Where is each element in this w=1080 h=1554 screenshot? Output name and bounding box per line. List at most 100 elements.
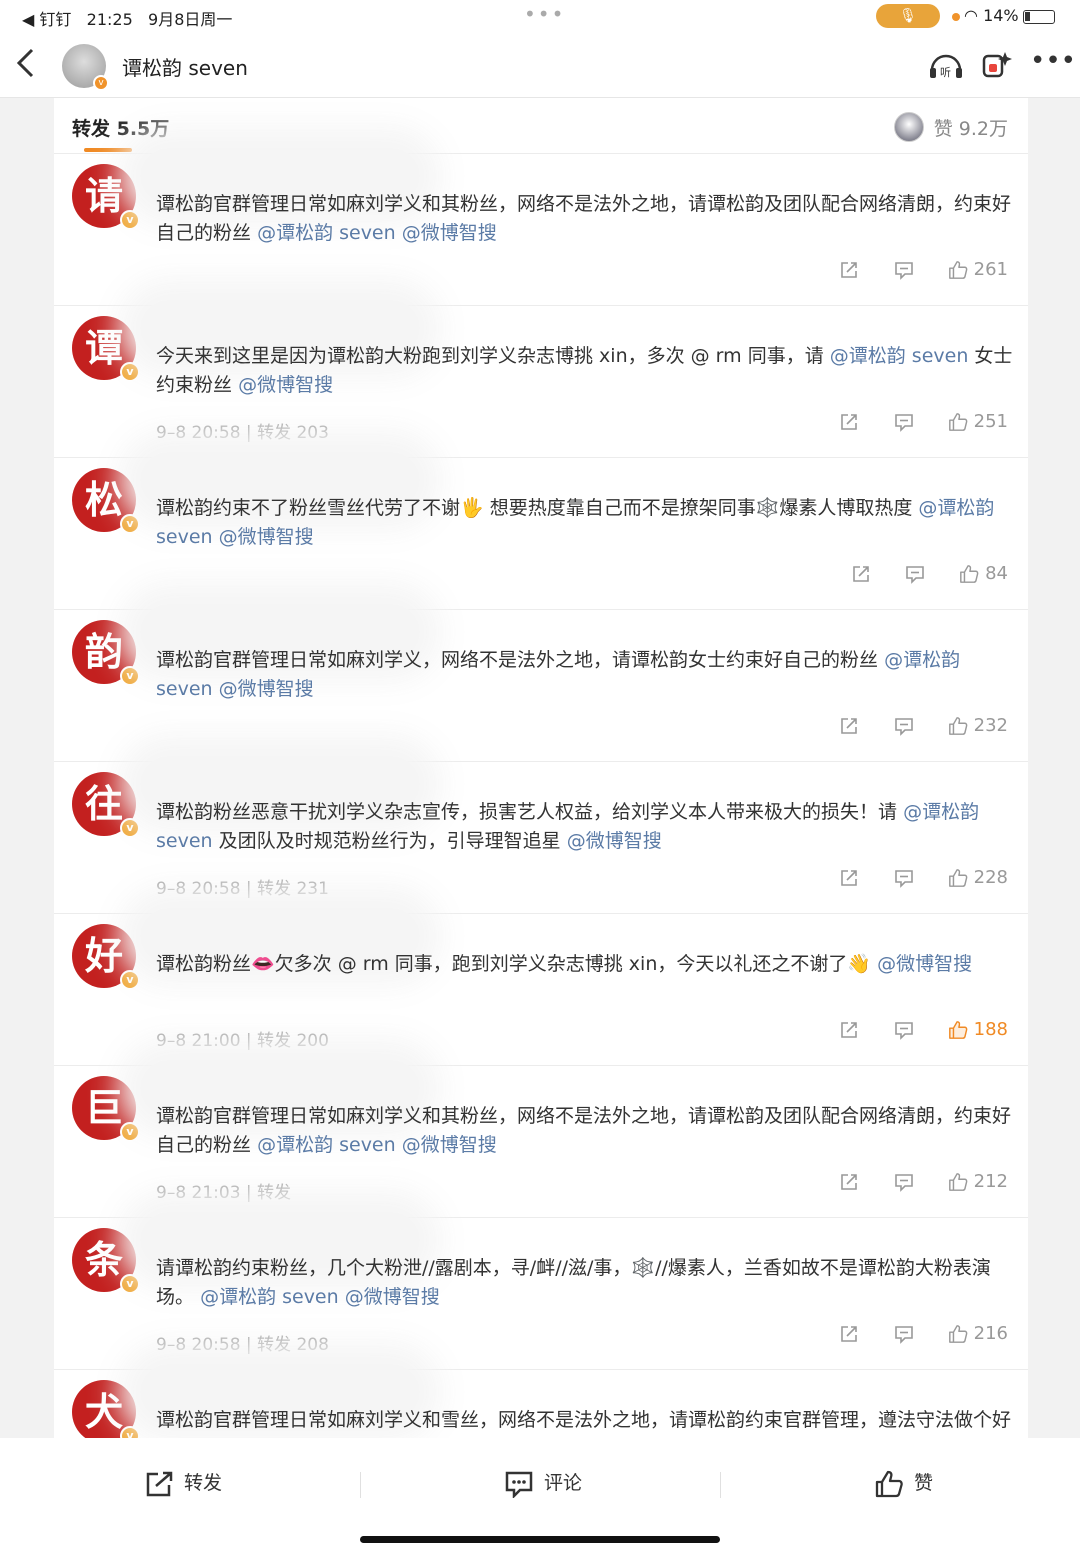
avatar-char: 请 (84, 173, 123, 218)
repost-text: 今天来到这里是因为谭松韵大粉跑到刘学义杂志博挑 xin，多次 @ rm 同事，请… (156, 342, 1016, 400)
microphone-icon: 🎙 (876, 4, 940, 28)
comment-icon[interactable] (894, 1171, 914, 1192)
wifi-icon: ◠ (964, 6, 978, 25)
repost-item[interactable]: 好 v 谭松韵粉丝👄欠多次 @ rm 同事，跑到刘学义杂志博挑 xin，今天以礼还之… (54, 908, 1028, 1066)
share-icon[interactable] (839, 411, 859, 432)
comment-icon[interactable] (894, 715, 914, 736)
user-avatar[interactable]: 犬v (72, 1380, 140, 1438)
status-right: ◠ 14% (952, 6, 1055, 25)
user-avatar[interactable]: 巨v (72, 1076, 140, 1142)
user-avatar[interactable]: 好v (72, 924, 140, 990)
tab-repost[interactable]: 转发 5.5万 (72, 114, 169, 141)
thumbs-up-icon (875, 1470, 903, 1497)
status-time: 21:25 (86, 10, 133, 29)
repost-meta: 9–8 21:03 | 转发 (156, 1183, 292, 1203)
listen-icon[interactable]: 听 (928, 50, 962, 80)
repost-item[interactable]: 犬 v 谭松韵官群管理日常如麻刘学义和雪丝，网络不是法外之地，请谭松韵约束官群管理，… (54, 1364, 1028, 1438)
repost-item[interactable]: 巨 v 谭松韵官群管理日常如麻刘学义和其粉丝，网络不是法外之地，请谭松韵及团队配合网… (54, 1060, 1028, 1218)
comment-icon[interactable] (894, 259, 914, 280)
tab-bar: 转发 5.5万 赞 9.2万 (54, 98, 1028, 154)
item-actions: 261 (839, 258, 1008, 282)
verified-badge-icon: v (120, 362, 140, 382)
comment-icon[interactable] (894, 867, 914, 888)
verified-badge-icon: v (120, 1274, 140, 1294)
thumbs-up-icon[interactable] (948, 411, 968, 432)
thumbs-up-icon[interactable] (948, 1019, 968, 1040)
share-icon[interactable] (839, 1171, 859, 1192)
share-icon[interactable] (839, 715, 859, 736)
divider (720, 1472, 721, 1498)
user-avatar[interactable]: 条v (72, 1228, 140, 1294)
mention-links-2[interactable]: @微博智搜 (567, 830, 662, 852)
repost-item[interactable]: 韵 v 谭松韵官群管理日常如麻刘学义，网络不是法外之地，请谭松韵女士约束好自己的粉丝… (54, 604, 1028, 762)
repost-meta: 9–8 20:58 | 转发 203 (156, 423, 329, 443)
page-title[interactable]: 谭松韵 seven (122, 52, 248, 81)
more-icon[interactable]: ••• (1030, 46, 1076, 76)
multitask-dots-icon[interactable]: ••• (524, 2, 565, 26)
repost-list-card: 转发 5.5万 赞 9.2万 请 v 谭松韵官群管理日常如麻刘学义和其粉丝，网络不是… (54, 98, 1028, 1438)
thumbs-up-icon[interactable] (948, 867, 968, 888)
thumbs-up-icon[interactable] (948, 259, 968, 280)
repost-button[interactable]: 转发 (144, 1468, 222, 1498)
status-date: 9月8日周一 (148, 10, 233, 29)
mention-links-2[interactable]: @微博智搜 (238, 374, 333, 396)
sparkle-search-icon[interactable] (980, 50, 1014, 80)
comment-icon[interactable] (905, 563, 925, 584)
tab-likes[interactable]: 赞 9.2万 (934, 114, 1008, 141)
repost-text: 谭松韵官群管理日常如麻刘学义和其粉丝，网络不是法外之地，请谭松韵及团队配合网络清… (156, 190, 1016, 248)
share-icon[interactable] (839, 1323, 859, 1344)
user-avatar[interactable]: 往v (72, 772, 140, 838)
tab-active-indicator (84, 148, 132, 152)
avatar-char: 往 (84, 781, 123, 826)
comment-icon[interactable] (894, 1323, 914, 1344)
repost-item[interactable]: 谭 v 今天来到这里是因为谭松韵大粉跑到刘学义杂志博挑 xin，多次 @ rm 同事… (54, 300, 1028, 458)
battery-percent: 14% (983, 6, 1019, 25)
avatar-char: 巨 (84, 1085, 123, 1130)
repost-item[interactable]: 松 v 谭松韵约束不了粉丝雪丝代劳了不谢🖐 想要热度靠自己而不是撩架同事🕸️爆素人博… (54, 452, 1028, 610)
repost-body-tail: 及团队及时规范粉丝行为，引导理智追星 (218, 830, 561, 852)
like-count: 232 (973, 714, 1008, 736)
repost-item[interactable]: 条 v 请谭松韵约束粉丝，几个大粉泄//露剧本，寻/衅//滋/事，🕸️//爆素人，兰… (54, 1212, 1028, 1370)
share-icon[interactable] (839, 1019, 859, 1040)
avatar-char: 条 (84, 1237, 123, 1282)
item-actions: 188 (839, 1018, 1008, 1042)
avatar[interactable]: v (62, 44, 109, 91)
user-avatar[interactable]: 请v (72, 164, 140, 230)
thumbs-up-icon[interactable] (948, 1323, 968, 1344)
user-avatar[interactable]: 韵v (72, 620, 140, 686)
share-icon[interactable] (839, 259, 859, 280)
home-indicator[interactable] (360, 1536, 720, 1543)
mention-links[interactable]: @微博智搜 (877, 953, 972, 975)
back-to-app[interactable]: ◀ 钉钉 (22, 10, 71, 29)
verified-badge-icon: v (120, 818, 140, 838)
like-count: 216 (973, 1322, 1008, 1344)
thumbs-up-icon[interactable] (948, 715, 968, 736)
back-icon[interactable] (14, 46, 36, 86)
user-avatar[interactable]: 谭v (72, 316, 140, 382)
repost-item[interactable]: 往 v 谭松韵粉丝恶意干扰刘学义杂志宣传，损害艺人权益，给刘学义本人带来极大的损失！… (54, 756, 1028, 914)
nav-bar: v 谭松韵 seven 听 ••• (0, 34, 1080, 98)
mention-links[interactable]: @谭松韵 seven @微博智搜 (200, 1286, 440, 1308)
like-count: 84 (985, 562, 1008, 584)
repost-icon (146, 1471, 173, 1496)
avatar-char: 犬 (84, 1389, 123, 1434)
thumbs-up-icon[interactable] (948, 1171, 968, 1192)
verified-badge-icon: v (120, 1426, 140, 1438)
mention-links[interactable]: @谭松韵 seven (830, 345, 969, 367)
item-actions: 228 (839, 866, 1008, 890)
comment-button[interactable]: 评论 (504, 1468, 582, 1499)
mention-links[interactable]: @谭松韵 seven @微博智搜 (257, 222, 497, 244)
like-button[interactable]: 赞 (874, 1468, 933, 1499)
user-avatar[interactable]: 松v (72, 468, 140, 534)
comment-icon[interactable] (894, 411, 914, 432)
like-count: 261 (973, 258, 1008, 280)
liker-avatar (894, 112, 924, 142)
avatar-char: 好 (84, 933, 123, 978)
verified-badge-icon: v (120, 1122, 140, 1142)
repost-item[interactable]: 请 v 谭松韵官群管理日常如麻刘学义和其粉丝，网络不是法外之地，请谭松韵及团队配合网… (54, 148, 1028, 306)
comment-icon[interactable] (894, 1019, 914, 1040)
share-icon[interactable] (839, 867, 859, 888)
share-icon[interactable] (851, 563, 871, 584)
mention-links[interactable]: @谭松韵 seven @微博智搜 (257, 1134, 497, 1156)
thumbs-up-icon[interactable] (959, 563, 979, 584)
